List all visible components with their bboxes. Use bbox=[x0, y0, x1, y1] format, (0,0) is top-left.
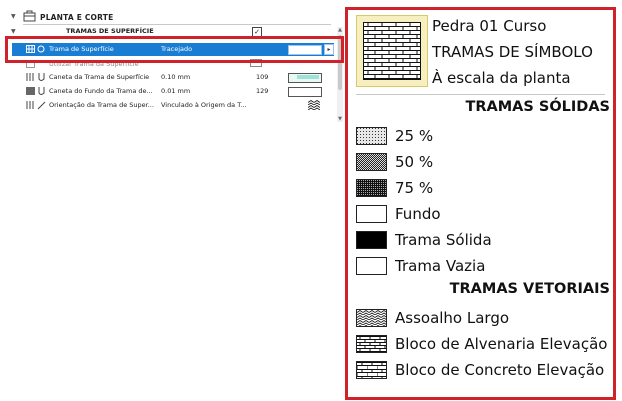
fill-option-label: 75 % bbox=[395, 179, 434, 197]
brick-pattern-icon bbox=[356, 335, 387, 353]
pen-number: 109 bbox=[256, 73, 269, 81]
fill-75-swatch-icon bbox=[356, 179, 387, 197]
row-label: Orientação da Trama de Super... bbox=[49, 101, 154, 109]
hatch-orientation-icon[interactable] bbox=[308, 100, 320, 112]
scrollbar[interactable]: ▲ ▼ bbox=[337, 27, 343, 122]
fill-row-icon bbox=[26, 101, 35, 111]
fill-option-brick-elevation[interactable]: Bloco de Alvenaria Elevação bbox=[356, 334, 611, 358]
selected-fill-category: TRAMAS DE SÍMBOLO bbox=[432, 43, 593, 61]
fill-row-icon bbox=[26, 87, 35, 97]
fill-option-label: Bloco de Alvenaria Elevação bbox=[395, 335, 608, 353]
block-pattern-icon bbox=[356, 361, 387, 379]
pen-icon bbox=[37, 73, 46, 84]
solid-fill-swatch-icon bbox=[356, 231, 387, 249]
pen-number: 129 bbox=[256, 87, 269, 95]
row-label: Caneta do Fundo da Trama de... bbox=[49, 87, 153, 95]
empty-fill-swatch-icon bbox=[356, 205, 387, 223]
fill-dropdown-arrow-icon[interactable]: ▸ bbox=[324, 44, 334, 55]
surface-fills-title: TRAMAS DE SUPERFÍCIE bbox=[66, 27, 154, 35]
fill-row-icon bbox=[26, 45, 35, 55]
pen-swatch[interactable] bbox=[288, 73, 322, 83]
scroll-down-icon[interactable]: ▼ bbox=[337, 116, 343, 122]
fill-option-50[interactable]: 50 % bbox=[356, 152, 611, 176]
row-value: Vinculado à Origem da T... bbox=[161, 101, 247, 109]
fill-option-label: 25 % bbox=[395, 127, 434, 145]
row-label: Utilizar Trama da Superfície bbox=[49, 60, 139, 68]
fill-option-75[interactable]: 75 % bbox=[356, 178, 611, 202]
row-label: Trama de Superfície bbox=[49, 45, 114, 53]
fill-row-icon bbox=[26, 73, 35, 83]
fill-option-label: Trama Sólida bbox=[395, 231, 492, 249]
fill-option-solid[interactable]: Trama Sólida bbox=[356, 230, 611, 254]
plan-section-title: PLANTA E CORTE bbox=[40, 13, 114, 22]
stone-pattern-icon bbox=[363, 22, 421, 80]
orientation-row[interactable]: Orientação da Trama de Super... Vinculad… bbox=[12, 99, 334, 112]
collapse-icon[interactable]: ▼ bbox=[11, 28, 16, 35]
use-surface-fill-row[interactable]: Utilizar Trama da Superfície bbox=[12, 58, 334, 71]
fill-option-label: Fundo bbox=[395, 205, 441, 223]
plan-section-header[interactable]: ▼ PLANTA E CORTE bbox=[0, 8, 343, 26]
subsection-checkbox[interactable]: ✓ bbox=[252, 27, 262, 37]
selected-fill-name: Pedra 01 Curso bbox=[432, 17, 547, 35]
fill-option-label: Trama Vazia bbox=[395, 257, 486, 275]
vector-fills-header: TRAMAS VETORIAIS bbox=[449, 281, 610, 297]
fill-option-label: Bloco de Concreto Elevação bbox=[395, 361, 605, 379]
fill-option-label: 50 % bbox=[395, 153, 434, 171]
pen-swatch[interactable] bbox=[288, 87, 322, 97]
plan-section-icon bbox=[23, 10, 36, 24]
pen-icon bbox=[37, 87, 46, 98]
row-label: Caneta da Trama de Superfície bbox=[49, 73, 150, 81]
surface-fill-row[interactable]: Trama de Superfície Tracejado ▸ bbox=[12, 43, 334, 56]
fill-row-icon bbox=[26, 60, 35, 70]
collapse-icon[interactable]: ▼ bbox=[11, 13, 16, 20]
fill-type-dropdown[interactable]: Pedra 01 Curso TRAMAS DE SÍMBOLO À escal… bbox=[345, 7, 616, 400]
row-value: 0.01 mm bbox=[161, 87, 191, 95]
fill-option-background[interactable]: Fundo bbox=[356, 204, 611, 228]
surface-icon bbox=[37, 45, 46, 55]
selected-fill-swatch[interactable] bbox=[356, 15, 428, 87]
fill-option-label: Assoalho Largo bbox=[395, 309, 510, 327]
empty-fill-swatch-icon bbox=[356, 257, 387, 275]
selected-fill-scale: À escala da planta bbox=[432, 69, 571, 87]
fill-option-25[interactable]: 25 % bbox=[356, 126, 611, 150]
orientation-icon bbox=[37, 101, 46, 112]
divider bbox=[356, 94, 605, 95]
fill-option-empty[interactable]: Trama Vazia bbox=[356, 256, 611, 280]
floor-pattern-icon bbox=[356, 309, 387, 327]
scroll-up-icon[interactable]: ▲ bbox=[337, 27, 343, 33]
row-value: Tracejado bbox=[161, 45, 193, 53]
divider bbox=[23, 24, 331, 25]
settings-panel: ▼ PLANTA E CORTE ▼ TRAMAS DE SUPERFÍCIE … bbox=[0, 0, 343, 130]
fill-25-swatch-icon bbox=[356, 127, 387, 145]
surface-pen-row[interactable]: Caneta da Trama de Superfície 0.10 mm 10… bbox=[12, 71, 334, 84]
scroll-thumb[interactable] bbox=[338, 35, 342, 90]
background-pen-row[interactable]: Caneta do Fundo da Trama de... 0.01 mm 1… bbox=[12, 85, 334, 98]
fill-preview-field[interactable] bbox=[288, 45, 322, 55]
fill-option-concrete-block[interactable]: Bloco de Concreto Elevação bbox=[356, 360, 611, 384]
fill-option-wide-floor[interactable]: Assoalho Largo bbox=[356, 308, 611, 332]
fill-50-swatch-icon bbox=[356, 153, 387, 171]
row-value: 0.10 mm bbox=[161, 73, 191, 81]
surface-fills-header[interactable]: ▼ TRAMAS DE SUPERFÍCIE ✓ bbox=[0, 27, 343, 39]
solid-fills-header: TRAMAS SÓLIDAS bbox=[465, 99, 610, 115]
use-surface-checkbox[interactable] bbox=[250, 59, 262, 67]
